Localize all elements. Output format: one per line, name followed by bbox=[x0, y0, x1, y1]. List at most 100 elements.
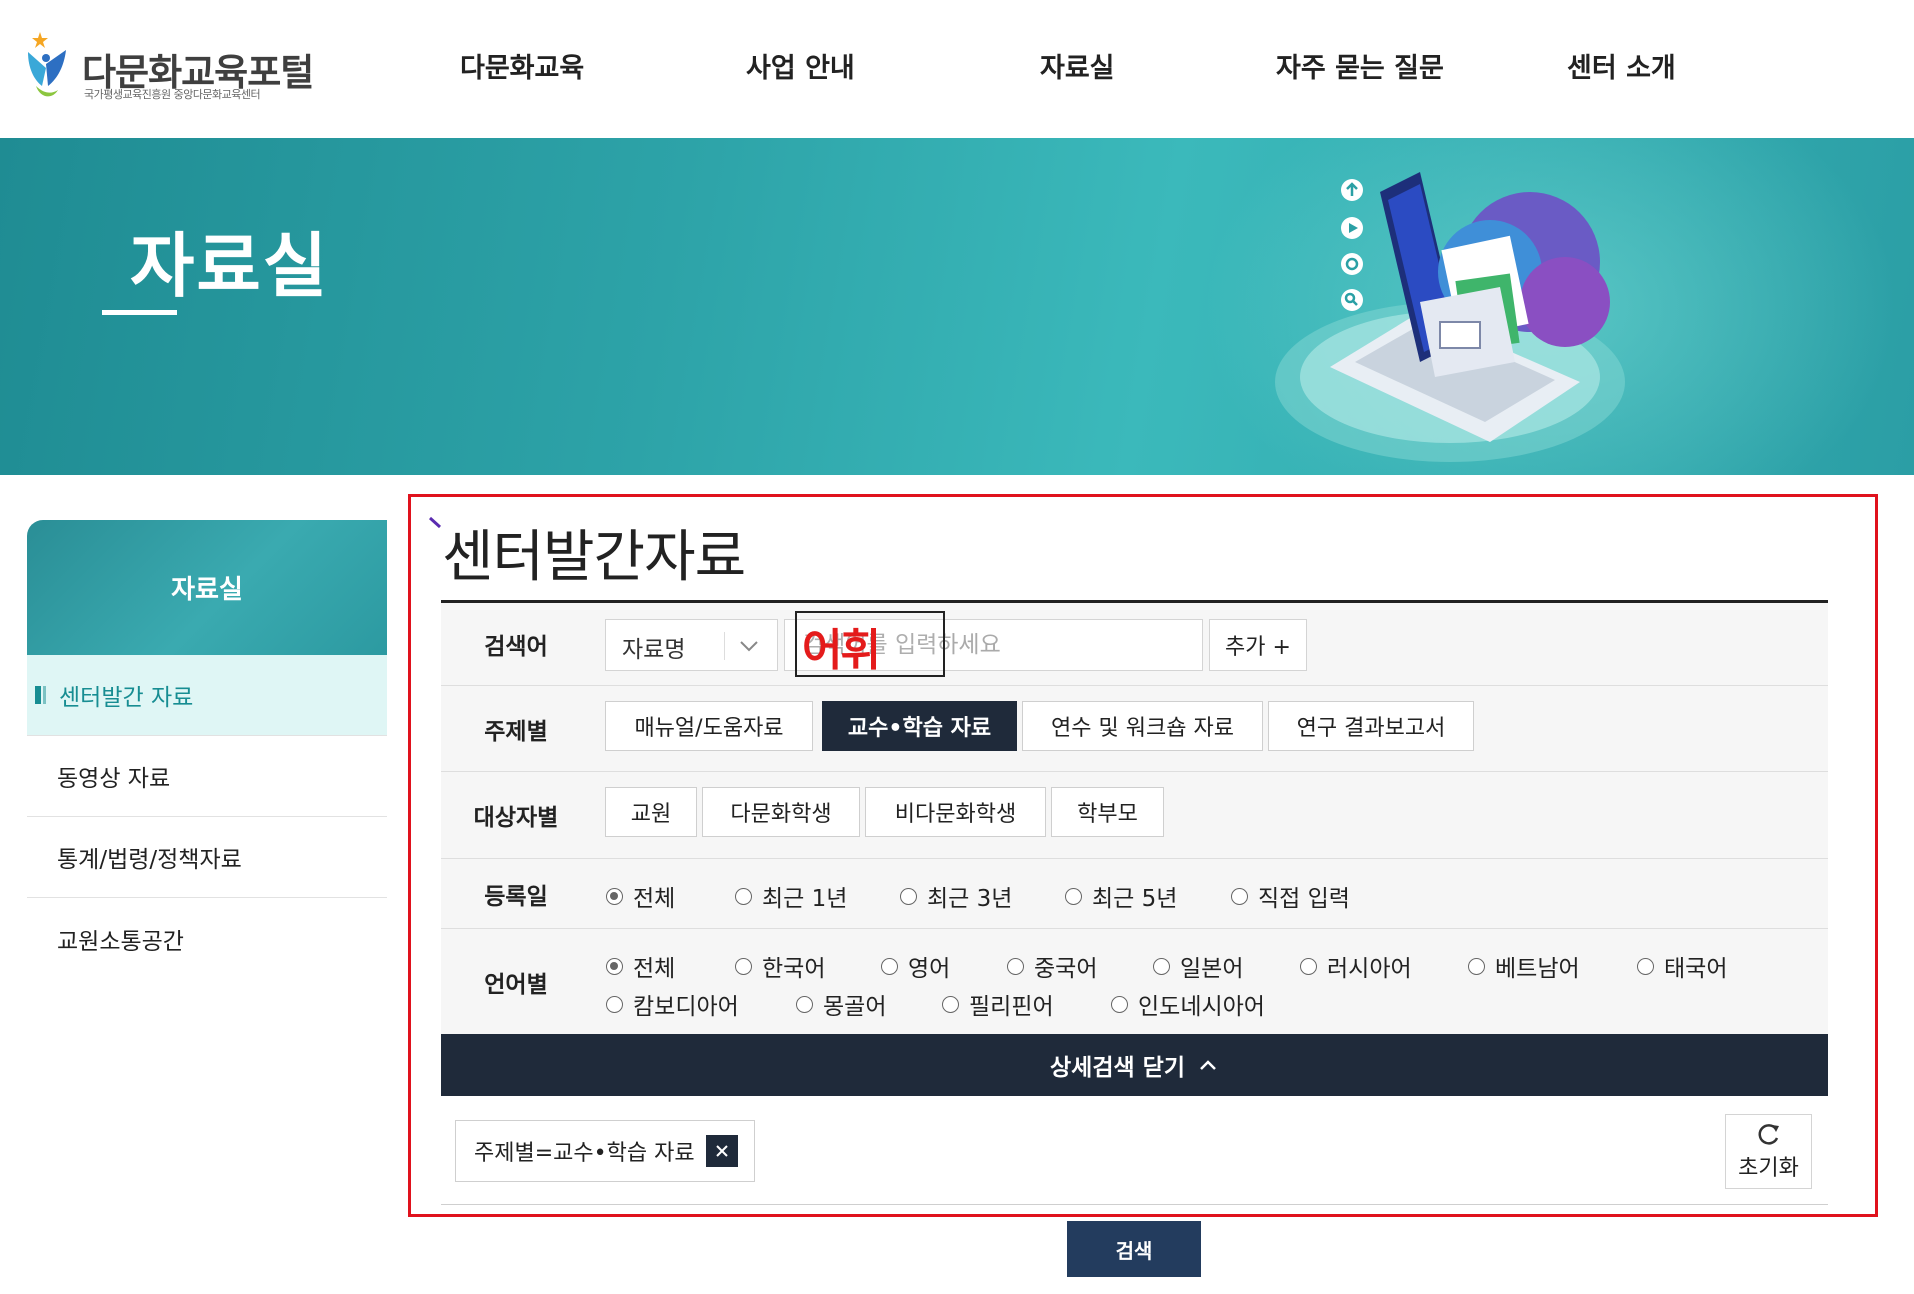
topic-row-label: 주제별 bbox=[484, 718, 548, 745]
radio-icon bbox=[1637, 957, 1654, 975]
radio-label: 인도네시아어 bbox=[1138, 994, 1265, 1020]
audience-chip-non-multicultural-student[interactable]: 비다문화학생 bbox=[865, 787, 1046, 837]
side-nav-item-label: 통계/법령/정책자료 bbox=[57, 847, 242, 873]
language-radio-cambodian[interactable]: 캄보디아어 bbox=[606, 987, 739, 1021]
chevron-up-icon bbox=[1200, 1060, 1216, 1070]
radio-label: 최근 5년 bbox=[1092, 886, 1178, 912]
audience-row: 대상자별 교원 다문화학생 비다문화학생 학부모 bbox=[441, 772, 1828, 859]
radio-label: 한국어 bbox=[762, 956, 826, 982]
laptop-cloud-illustration-icon bbox=[1275, 172, 1625, 462]
radio-label: 직접 입력 bbox=[1258, 886, 1350, 912]
annotation-text: 어휘 bbox=[802, 625, 881, 676]
language-radio-korean[interactable]: 한국어 bbox=[735, 949, 825, 983]
language-radio-chinese[interactable]: 중국어 bbox=[1007, 949, 1097, 983]
close-icon bbox=[716, 1145, 728, 1157]
radio-icon bbox=[606, 887, 623, 905]
page-title: 센터발간자료 bbox=[442, 525, 746, 590]
page-banner: 자료실 bbox=[0, 138, 1914, 475]
radio-icon bbox=[735, 887, 752, 905]
radio-icon bbox=[606, 957, 623, 975]
date-radio-all[interactable]: 전체 bbox=[606, 879, 675, 913]
active-marker-icon bbox=[35, 686, 47, 704]
radio-icon bbox=[735, 957, 752, 975]
radio-label: 베트남어 bbox=[1495, 956, 1580, 982]
nav-item-business-guide[interactable]: 사업 안내 bbox=[746, 46, 855, 85]
nav-item-center-intro[interactable]: 센터 소개 bbox=[1567, 46, 1676, 85]
title-accent-icon bbox=[428, 516, 442, 529]
side-nav-item-label: 교원소통공간 bbox=[57, 928, 184, 955]
radio-icon bbox=[1300, 957, 1317, 975]
reset-label: 초기화 bbox=[1738, 1155, 1799, 1181]
nav-item-resources[interactable]: 자료실 bbox=[1040, 46, 1115, 85]
side-nav-title: 자료실 bbox=[27, 520, 387, 655]
language-radio-vietnamese[interactable]: 베트남어 bbox=[1468, 949, 1580, 983]
language-radio-indonesian[interactable]: 인도네시아어 bbox=[1111, 987, 1265, 1021]
remove-filter-button[interactable] bbox=[706, 1135, 738, 1167]
radio-icon bbox=[881, 957, 898, 975]
radio-icon bbox=[1007, 957, 1024, 975]
topic-chip-research-report[interactable]: 연구 결과보고서 bbox=[1268, 701, 1474, 751]
radio-label: 최근 3년 bbox=[927, 886, 1013, 912]
active-filter-tag: 주제별=교수•학습 자료 bbox=[455, 1120, 755, 1182]
side-nav-item-teacher-community[interactable]: 교원소통공간 bbox=[27, 898, 387, 979]
date-row-label: 등록일 bbox=[484, 883, 548, 910]
radio-label: 캄보디아어 bbox=[633, 994, 739, 1020]
language-row-label: 언어별 bbox=[484, 971, 548, 998]
topic-chip-training-workshop[interactable]: 연수 및 워크숍 자료 bbox=[1022, 701, 1263, 751]
radio-icon bbox=[1065, 887, 1082, 905]
date-row: 등록일 전체 최근 1년 최근 3년 최근 5년 직접 입력 bbox=[441, 859, 1828, 929]
side-nav-item-videos[interactable]: 동영상 자료 bbox=[27, 736, 387, 817]
radio-label: 일본어 bbox=[1180, 956, 1244, 982]
search-field-value: 자료명 bbox=[622, 637, 686, 663]
search-row: 검색어 자료명 추가 + bbox=[441, 603, 1828, 686]
topic-row: 주제별 매뉴얼/도움자료 교수•학습 자료 연수 및 워크숍 자료 연구 결과보… bbox=[441, 686, 1828, 772]
logo-mark-icon bbox=[28, 32, 66, 97]
active-filter-label: 주제별=교수•학습 자료 bbox=[474, 1141, 695, 1166]
radio-label: 최근 1년 bbox=[762, 886, 848, 912]
language-radio-mongolian[interactable]: 몽골어 bbox=[796, 987, 886, 1021]
topic-chip-teaching-learning[interactable]: 교수•학습 자료 bbox=[822, 701, 1017, 751]
topic-chip-manual[interactable]: 매뉴얼/도움자료 bbox=[605, 701, 813, 751]
radio-label: 영어 bbox=[908, 956, 951, 982]
language-radio-thai[interactable]: 태국어 bbox=[1637, 949, 1727, 983]
date-radio-1-year[interactable]: 최근 1년 bbox=[735, 879, 847, 913]
side-nav-item-label: 센터발간 자료 bbox=[59, 685, 194, 711]
radio-icon bbox=[606, 995, 623, 1013]
date-radio-3-years[interactable]: 최근 3년 bbox=[900, 879, 1012, 913]
detail-search-toggle-button[interactable]: 상세검색 닫기 bbox=[441, 1034, 1828, 1096]
content-bottom-divider bbox=[441, 1204, 1828, 1205]
radio-icon bbox=[1231, 887, 1248, 905]
audience-row-label: 대상자별 bbox=[473, 805, 559, 831]
radio-icon bbox=[796, 995, 813, 1013]
site-logo[interactable]: 다문화교육포털 국가평생교육진흥원 중앙다문화교육센터 bbox=[22, 28, 322, 108]
audience-chip-parent[interactable]: 학부모 bbox=[1051, 787, 1164, 837]
nav-item-multicultural-education[interactable]: 다문화교육 bbox=[460, 46, 584, 85]
reset-button[interactable]: 초기화 bbox=[1725, 1114, 1812, 1189]
search-row-label: 검색어 bbox=[484, 634, 548, 660]
audience-chip-multicultural-student[interactable]: 다문화학생 bbox=[702, 787, 860, 837]
radio-label: 전체 bbox=[633, 886, 676, 912]
language-radio-english[interactable]: 영어 bbox=[881, 949, 950, 983]
logo-subtitle: 국가평생교육진흥원 중앙다문화교육센터 bbox=[84, 88, 261, 101]
radio-icon bbox=[900, 887, 917, 905]
language-radio-all[interactable]: 전체 bbox=[606, 949, 675, 983]
select-divider bbox=[724, 632, 725, 660]
radio-icon bbox=[942, 995, 959, 1013]
nav-item-faq[interactable]: 자주 묻는 질문 bbox=[1276, 46, 1444, 85]
radio-label: 필리핀어 bbox=[969, 994, 1054, 1020]
side-nav-item-statistics-laws-policy[interactable]: 통계/법령/정책자료 bbox=[27, 817, 387, 898]
radio-label: 몽골어 bbox=[823, 994, 887, 1020]
date-radio-5-years[interactable]: 최근 5년 bbox=[1065, 879, 1177, 913]
add-keyword-button[interactable]: 추가 + bbox=[1209, 619, 1307, 671]
search-button[interactable]: 검색 bbox=[1067, 1221, 1201, 1277]
site-header: 다문화교육포털 국가평생교육진흥원 중앙다문화교육센터 다문화교육 사업 안내 … bbox=[0, 0, 1914, 138]
language-radio-russian[interactable]: 러시아어 bbox=[1300, 949, 1412, 983]
side-nav: 자료실 센터발간 자료 동영상 자료 통계/법령/정책자료 교원소통공간 bbox=[27, 520, 387, 979]
language-radio-filipino[interactable]: 필리핀어 bbox=[942, 987, 1054, 1021]
search-field-select[interactable]: 자료명 bbox=[605, 619, 778, 671]
audience-chip-teacher[interactable]: 교원 bbox=[605, 787, 697, 837]
side-nav-item-center-publications[interactable]: 센터발간 자료 bbox=[27, 655, 387, 736]
radio-icon bbox=[1468, 957, 1485, 975]
date-radio-custom[interactable]: 직접 입력 bbox=[1231, 879, 1350, 913]
language-radio-japanese[interactable]: 일본어 bbox=[1153, 949, 1243, 983]
